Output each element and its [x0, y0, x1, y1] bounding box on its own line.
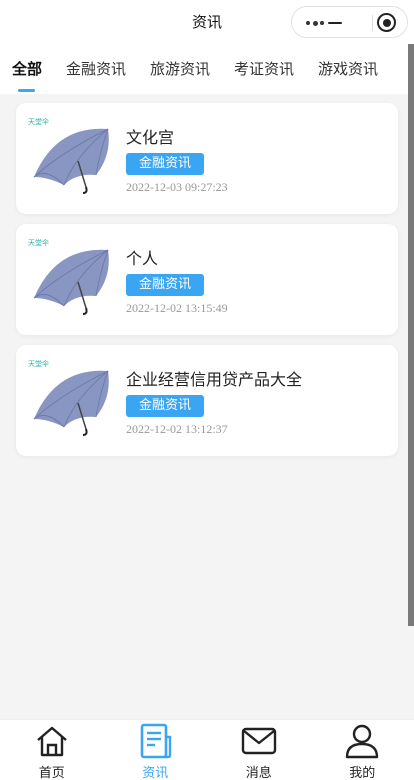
category-badge: 金融资讯: [126, 395, 204, 417]
article-timestamp: 2022-12-03 09:27:23: [126, 180, 228, 194]
minimize-icon[interactable]: [328, 22, 342, 24]
umbrella-image: 天堂伞: [26, 236, 116, 324]
tabbar-item-profile[interactable]: 我的: [311, 720, 414, 780]
article-timestamp: 2022-12-02 13:15:49: [126, 301, 228, 315]
thumb-brand-text: 天堂伞: [28, 360, 49, 368]
tabbar-label: 消息: [245, 766, 272, 780]
scrollbar[interactable]: [408, 44, 414, 626]
tabbar-label: 首页: [38, 766, 65, 780]
umbrella-image: 天堂伞: [26, 115, 116, 203]
tabbar-item-home[interactable]: 首页: [0, 720, 104, 780]
category-badge: 金融资讯: [126, 274, 204, 296]
tabbar-item-messages[interactable]: 消息: [207, 720, 311, 780]
tabbar-item-news[interactable]: 资讯: [104, 720, 208, 780]
article-card[interactable]: 天堂伞 个人 金融资讯 2022-12-02 13:15:49: [16, 224, 398, 335]
nav-bar: 资讯: [0, 0, 414, 44]
mail-icon: [241, 727, 276, 755]
tab-certification[interactable]: 考证资讯: [234, 44, 294, 94]
thumb-brand-text: 天堂伞: [28, 118, 49, 126]
umbrella-image: 天堂伞: [26, 357, 116, 445]
article-card[interactable]: 天堂伞 文化宫 金融资讯 2022-12-03 09:27:23: [16, 103, 398, 214]
tab-travel[interactable]: 旅游资讯: [150, 44, 210, 94]
category-tabs: 全部 金融资讯 旅游资讯 考证资讯 游戏资讯: [0, 44, 414, 94]
article-card[interactable]: 天堂伞 企业经营信用贷产品大全 金融资讯 2022-12-02 13:12:37: [16, 345, 398, 456]
article-title: 企业经营信用贷产品大全: [126, 370, 303, 389]
capsule-divider: [372, 15, 373, 31]
tab-finance[interactable]: 金融资讯: [66, 44, 126, 94]
user-icon: [346, 724, 379, 759]
tabbar-label: 资讯: [142, 766, 169, 780]
tab-games[interactable]: 游戏资讯: [318, 44, 378, 94]
tabbar-label: 我的: [349, 766, 376, 780]
active-tab-indicator: [18, 89, 35, 92]
mini-program-capsule: [291, 6, 408, 38]
home-icon: [36, 726, 67, 757]
thumb-brand-text: 天堂伞: [28, 239, 49, 247]
article-timestamp: 2022-12-02 13:12:37: [126, 422, 228, 436]
category-badge: 金融资讯: [126, 153, 204, 175]
article-title: 文化宫: [126, 128, 175, 147]
article-title: 个人: [126, 249, 159, 268]
news-icon: [140, 723, 172, 759]
tab-all[interactable]: 全部: [12, 44, 42, 94]
bottom-tab-bar: 首页 资讯 消息 我的: [0, 719, 414, 780]
close-mini-program-icon[interactable]: [377, 13, 396, 32]
more-menu-icon[interactable]: [306, 20, 330, 26]
